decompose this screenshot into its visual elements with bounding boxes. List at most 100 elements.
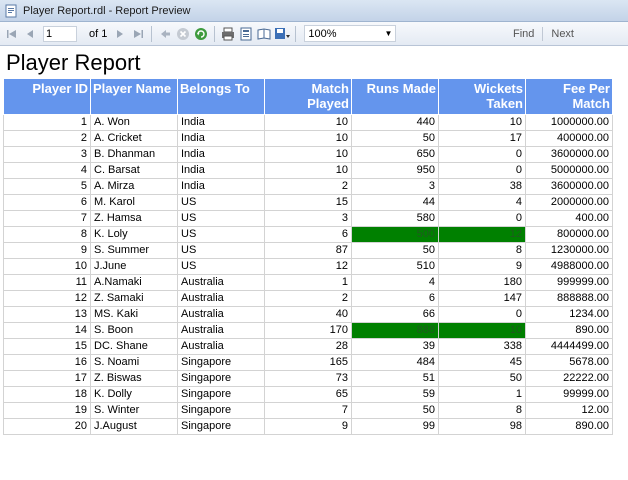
table-cell: S. Winter [90,402,178,419]
table-cell: 9 [3,242,91,259]
export-icon[interactable] [274,26,291,42]
table-cell: 10 [3,258,91,275]
table-cell: 12 [3,290,91,307]
table-cell: 11 [3,274,91,291]
table-cell: 1000000.00 [525,114,613,131]
table-cell: 180 [438,274,526,291]
table-cell: J.August [90,418,178,435]
zoom-select[interactable]: 100% ▼ [304,25,397,42]
table-cell: 500 [351,226,439,243]
table-cell: 7 [3,210,91,227]
table-cell: 50 [351,242,439,259]
toolbar-separator [295,25,297,42]
table-cell: 9 [264,418,352,435]
table-cell: 800000.00 [525,226,613,243]
table-cell: 170 [264,322,352,339]
table-row: 17 Z. Biswas Singapore 73 51 50 22222.00 [3,370,613,387]
table-row: 7 Z. Hamsa US 3 580 0 400.00 [3,210,613,227]
table-cell: Z. Biswas [90,370,178,387]
table-cell: 999999.00 [525,274,613,291]
last-page-icon[interactable] [130,26,146,42]
table-cell: 890.00 [525,322,613,339]
table-cell: 18 [3,386,91,403]
table-cell: 10 [264,146,352,163]
table-cell: 888888.00 [525,290,613,307]
table-cell: 50 [351,402,439,419]
table-cell: 51 [351,370,439,387]
table-cell: 3 [351,178,439,195]
table-cell: 6 [351,290,439,307]
table-row: 9 S. Summer US 87 50 8 1230000.00 [3,242,613,259]
table-cell: US [177,242,265,259]
table-row: 18 K. Dolly Singapore 65 59 1 99999.00 [3,386,613,403]
column-header: Player Name [90,78,178,115]
print-layout-icon[interactable] [238,26,254,42]
table-cell: India [177,114,265,131]
next-link[interactable]: Next [551,28,574,40]
table-cell: 15 [264,194,352,211]
table-cell: MS. Kaki [90,306,178,323]
table-cell: S. Summer [90,242,178,259]
table-cell: US [177,258,265,275]
next-page-icon[interactable] [112,26,128,42]
toolbar-separator [151,25,153,42]
table-cell: 890.00 [525,418,613,435]
table-row: 16 S. Noami Singapore 165 484 45 5678.00 [3,354,613,371]
table-cell: 3 [264,210,352,227]
print-icon[interactable] [220,26,236,42]
table-cell: 40 [264,306,352,323]
table-cell: 7 [264,402,352,419]
table-cell: India [177,162,265,179]
table-cell: J.June [90,258,178,275]
page-setup-icon[interactable] [256,26,272,42]
table-cell: 2 [3,130,91,147]
table-cell: 12 [264,258,352,275]
table-row: 11 A.Namaki Australia 1 4 180 999999.00 [3,274,613,291]
table-cell: Singapore [177,354,265,371]
previous-page-icon[interactable] [22,26,38,42]
table-cell: 12.00 [525,402,613,419]
toolbar-separator [214,25,216,42]
table-cell: 3 [3,146,91,163]
table-cell: 17 [3,370,91,387]
table-cell: India [177,146,265,163]
stop-icon[interactable] [175,26,191,42]
player-table: Player ID Player Name Belongs To Match P… [3,78,613,435]
table-cell: A.Namaki [90,274,178,291]
table-cell: 0 [438,210,526,227]
table-cell: Australia [177,290,265,307]
table-cell: 1234.00 [525,306,613,323]
table-cell: 10 [264,130,352,147]
table-cell: 99999.00 [525,386,613,403]
table-cell: 19 [3,402,91,419]
table-cell: 147 [438,290,526,307]
table-cell: 0 [438,306,526,323]
table-cell: 9 [438,258,526,275]
table-row: 12 Z. Samaki Australia 2 6 147 888888.00 [3,290,613,307]
table-row: 20 J.August Singapore 9 99 98 890.00 [3,418,613,435]
table-cell: 44 [351,194,439,211]
table-cell: 6 [264,226,352,243]
table-cell: 10 [438,322,526,339]
table-cell: 2000000.00 [525,194,613,211]
find-link[interactable]: Find [513,28,534,40]
table-cell: 45 [438,354,526,371]
table-cell: C. Barsat [90,162,178,179]
first-page-icon[interactable] [4,26,20,42]
table-cell: 580 [351,210,439,227]
table-row: 10 J.June US 12 510 9 4988000.00 [3,258,613,275]
back-icon[interactable] [157,26,173,42]
column-header: Fee Per Match [525,78,613,115]
table-row: 14 S. Boon Australia 170 888 10 890.00 [3,322,613,339]
report-title: Player Report [6,50,141,75]
table-cell: 16 [3,354,91,371]
report-content: Player Report Player ID Player Name Belo… [0,46,628,480]
table-cell: A. Won [90,114,178,131]
table-cell: 2 [264,290,352,307]
refresh-icon[interactable] [193,26,209,42]
table-cell: India [177,178,265,195]
page-number-input[interactable] [43,25,77,42]
table-cell: 8 [438,242,526,259]
table-cell: 4 [438,194,526,211]
table-cell: 8 [3,226,91,243]
